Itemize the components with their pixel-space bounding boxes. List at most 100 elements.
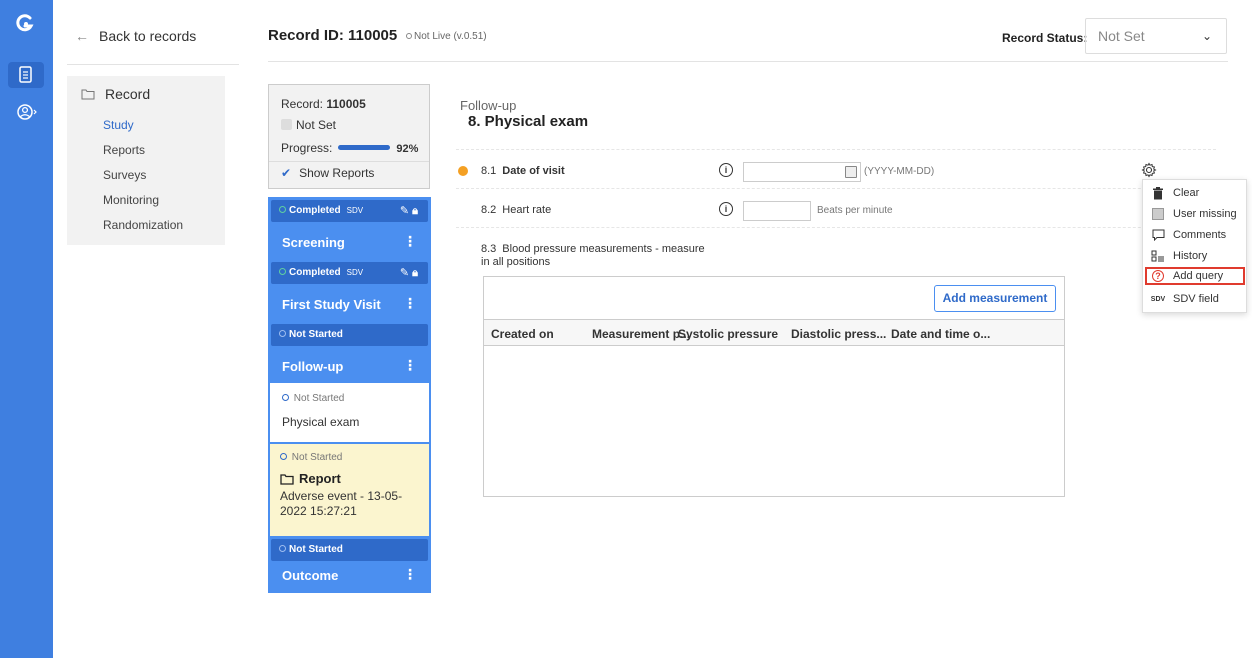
kebab-menu-icon[interactable]: ⋮ [403,233,417,250]
gear-icon[interactable] [1141,162,1157,178]
nav-item-randomization[interactable]: Randomization [103,218,183,232]
menu-item-clear[interactable]: Clear [1149,184,1243,202]
chevron-down-icon: ⌄ [1201,29,1212,43]
form-report[interactable]: Not Started Report Adverse event - 13-05… [268,444,431,536]
nav-divider [67,64,239,65]
kebab-menu-icon[interactable]: ⋮ [403,566,417,583]
nav-item-monitoring[interactable]: Monitoring [103,193,159,207]
measurements-table: Add measurement Created on Measurement p… [483,276,1065,497]
event-outcome[interactable]: Not Started Outcome ⋮ [268,536,431,593]
info-icon[interactable]: i [719,163,733,177]
event-status-bar: Completed SDV ✎ 🔒︎ [271,262,428,284]
column-header[interactable]: Created on [491,327,554,341]
progress-label: Progress: [281,141,333,155]
nav-item-surveys[interactable]: Surveys [103,168,146,182]
form-subtitle: Follow-up [460,98,517,113]
event-name: First Study Visit [282,297,381,312]
add-measurement-button[interactable]: Add measurement [934,285,1056,312]
question-label: Heart rate [502,204,552,216]
menu-item-history[interactable]: History [1149,247,1243,265]
record-id-title: Record ID: 110005 [268,27,398,44]
question-date-of-visit: 8.1 Date of visit [481,165,565,177]
status-circle-icon [279,330,286,337]
event-screening[interactable]: Completed SDV ✎ 🔒︎ Screening ⋮ [268,197,431,259]
arrow-left-icon: ← [75,28,89,44]
live-status: Not Live (v.0.51) [406,31,487,42]
user-settings-icon[interactable] [16,102,37,122]
sdv-icon: SDV [346,206,364,215]
record-section-title: Record [81,86,150,102]
date-of-visit-input[interactable] [743,162,861,182]
event-status-bar: Completed SDV ✎ 🔒︎ [271,200,428,222]
question-blood-pressure: 8.3 Blood pressure measurements - measure… [481,243,711,269]
column-header[interactable]: Date and time o... [891,327,990,341]
app-logo-icon[interactable] [14,12,38,36]
question-divider [456,188,1216,189]
record-label: Record: [281,97,327,111]
info-icon[interactable]: i [719,202,733,216]
calendar-icon[interactable] [845,166,857,178]
app-rail [0,0,53,658]
edit-lock-icon: ✎ 🔒︎ [399,267,418,279]
back-to-records-link[interactable]: ← Back to records [75,28,196,44]
event-name: Screening [282,235,345,250]
menu-item-sdv-field[interactable]: SDV SDV field [1149,290,1243,308]
checkmark-icon: ✔ [281,166,292,180]
event-status-bar: Not Started [271,324,428,346]
kebab-menu-icon[interactable]: ⋮ [403,357,417,374]
menu-item-add-query[interactable]: ? Add query [1145,267,1245,285]
nav-item-reports[interactable]: Reports [103,143,145,157]
progress-row: Progress: 92% [281,141,418,155]
event-status: Not Started [289,544,343,555]
event-status: Completed [289,267,341,278]
menu-item-label: History [1173,250,1208,262]
edit-lock-icon: ✎ 🔒︎ [399,205,418,217]
checkbox-icon [1151,207,1165,221]
back-label: Back to records [99,28,197,44]
progress-bar [338,145,391,150]
record-status-select[interactable]: Not Set ⌄ [1085,18,1227,54]
heart-rate-unit: Beats per minute [817,205,893,216]
report-description: Adverse event - 13-05-2022 15:27:21 [280,489,403,518]
status-circle-icon [280,453,287,460]
status-square-icon [281,119,292,130]
column-header[interactable]: Diastolic press... [791,327,886,341]
menu-item-comments[interactable]: Comments [1149,226,1243,244]
comment-icon [1151,228,1165,242]
kebab-menu-icon[interactable]: ⋮ [403,295,417,312]
date-format-hint: (YYYY-MM-DD) [864,166,935,177]
status-circle-icon [279,545,286,552]
form-status: Not Started [282,393,344,404]
menu-item-label: Add query [1173,270,1224,282]
report-status-text: Not Started [291,452,343,463]
menu-item-label: Comments [1173,229,1227,241]
question-number: 8.2 [481,204,497,216]
column-header[interactable]: Systolic pressure [678,327,778,341]
menu-item-user-missing[interactable]: User missing [1149,205,1243,223]
page-header: Record ID: 110005 Not Live (v.0.51) Reco… [268,0,1228,62]
field-context-menu: Clear User missing Comments History ? Ad… [1142,179,1247,313]
event-name: Outcome [282,568,339,583]
records-nav-icon[interactable] [8,62,44,88]
trash-icon [1151,186,1165,200]
question-icon: ? [1151,269,1165,283]
event-first-study-visit[interactable]: Completed SDV ✎ 🔒︎ First Study Visit ⋮ [268,259,431,321]
event-status: Completed [289,205,341,216]
column-header[interactable]: Measurement p... [592,327,690,341]
question-heart-rate: 8.2 Heart rate [481,204,551,216]
nav-item-study[interactable]: Study [103,118,134,132]
show-reports-toggle[interactable]: ✔ Show Reports [281,166,374,180]
record-status-row: Not Set [281,118,336,132]
sdv-icon: SDV [1150,295,1166,303]
folder-icon [280,473,294,485]
folder-icon [81,89,95,100]
form-physical-exam[interactable]: Not Started Physical exam [268,383,431,444]
history-icon [1151,249,1165,263]
record-status-text: Not Set [296,118,337,132]
report-status: Not Started [280,452,419,463]
event-follow-up[interactable]: Not Started Follow-up ⋮ [268,321,431,383]
report-title-text: Report [299,471,341,486]
record-summary-panel: Record: 110005 Not Set Progress: 92% ✔ Sho… [268,84,430,189]
secondary-nav: ← Back to records Record Study Reports S… [53,0,240,658]
heart-rate-input[interactable] [743,201,811,221]
